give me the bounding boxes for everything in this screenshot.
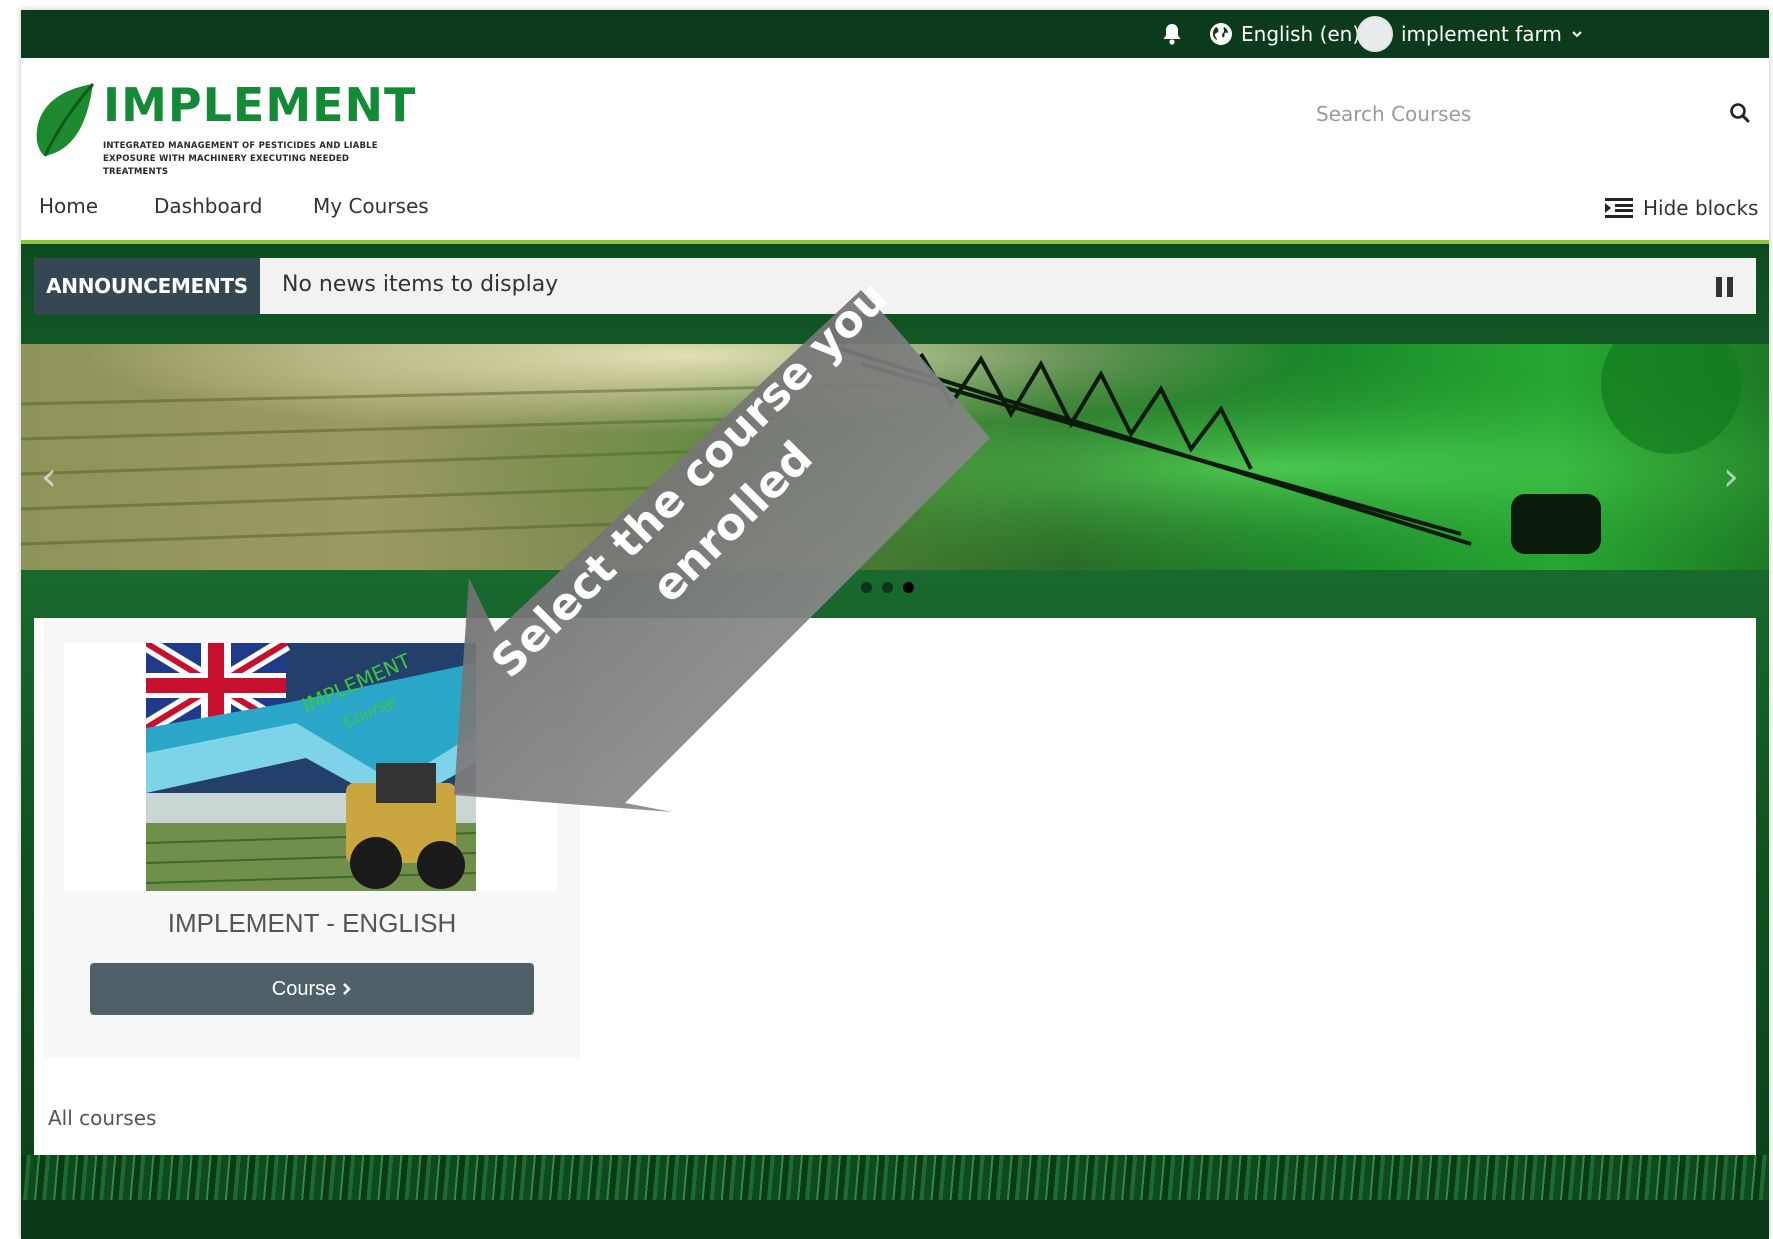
- top-bar: English (en) implement farm: [21, 10, 1769, 58]
- browser-page: English (en) implement farm IMPLEMENT IN…: [21, 10, 1769, 1239]
- hide-blocks-label: Hide blocks: [1643, 196, 1759, 220]
- hero-slider: ‹ ›: [21, 344, 1769, 570]
- nav-item-dashboard[interactable]: Dashboard: [154, 194, 263, 218]
- nav-item-my-courses[interactable]: My Courses: [313, 194, 429, 218]
- slider-next-icon[interactable]: ›: [1723, 454, 1739, 500]
- avatar: [1357, 16, 1393, 52]
- search-input[interactable]: Search Courses: [1316, 102, 1471, 126]
- globe-icon: [1210, 23, 1232, 45]
- course-panel: IMPLEMENT Course IMPLEMENT - ENGLISH Cou…: [34, 618, 1756, 1155]
- chevron-right-icon: [343, 983, 352, 995]
- slider-dot[interactable]: [882, 582, 893, 593]
- chevron-down-icon: [1572, 31, 1582, 38]
- user-menu[interactable]: implement farm: [1357, 10, 1584, 58]
- slider-dot-active[interactable]: [903, 582, 914, 593]
- all-courses-link[interactable]: All courses: [48, 1106, 156, 1130]
- announcements-label: ANNOUNCEMENTS: [34, 258, 260, 314]
- slider-indicators: [861, 582, 914, 593]
- search-courses[interactable]: Search Courses: [1291, 96, 1761, 136]
- leaf-logo-icon: [36, 83, 95, 157]
- user-name: implement farm: [1401, 22, 1562, 46]
- slider-dot[interactable]: [861, 582, 872, 593]
- course-thumbnail-image: IMPLEMENT Course: [146, 643, 476, 891]
- announcements-text: No news items to display: [282, 272, 559, 297]
- course-button[interactable]: Course: [90, 963, 534, 1015]
- nav-item-home[interactable]: Home: [39, 194, 98, 218]
- logo-subtitle-line2: EXPOSURE WITH MACHINERY EXECUTING NEEDED…: [103, 154, 350, 177]
- logo-wordmark: IMPLEMENT: [103, 78, 417, 132]
- logo-subtitle-line1: INTEGRATED MANAGEMENT OF PESTICIDES AND …: [103, 141, 378, 151]
- course-button-label: Course: [271, 977, 337, 1000]
- sprayer-field-image: [21, 344, 1769, 570]
- footer-strip: [21, 1200, 1769, 1239]
- site-logo[interactable]: IMPLEMENT INTEGRATED MANAGEMENT OF PESTI…: [33, 78, 417, 177]
- announcements-ticker: ANNOUNCEMENTS No news items to display: [34, 258, 1756, 314]
- pause-icon[interactable]: [1716, 277, 1734, 301]
- course-thumbnail-frame: IMPLEMENT Course: [64, 643, 557, 891]
- hide-blocks-button[interactable]: Hide blocks: [1605, 188, 1758, 228]
- outdent-icon: [1605, 198, 1633, 218]
- grass-decoration: [21, 1155, 1769, 1200]
- logo-subtitle: INTEGRATED MANAGEMENT OF PESTICIDES AND …: [103, 140, 413, 179]
- course-thumbnail[interactable]: IMPLEMENT Course: [146, 643, 476, 891]
- language-menu[interactable]: English (en): [1209, 10, 1360, 58]
- course-card: IMPLEMENT Course IMPLEMENT - ENGLISH Cou…: [44, 618, 580, 1058]
- slider-prev-icon[interactable]: ‹: [41, 454, 57, 500]
- site-header: IMPLEMENT INTEGRATED MANAGEMENT OF PESTI…: [21, 58, 1769, 244]
- search-icon[interactable]: [1729, 102, 1751, 129]
- language-label: English (en): [1241, 22, 1361, 46]
- notifications-bell-icon[interactable]: [1161, 10, 1183, 58]
- course-title[interactable]: IMPLEMENT - ENGLISH: [44, 908, 580, 939]
